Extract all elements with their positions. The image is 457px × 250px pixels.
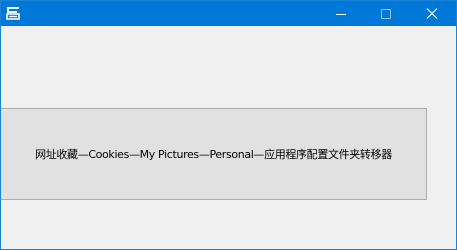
client-area: 网址收藏—Cookies—My Pictures—Personal—应用程序配置… <box>1 26 456 249</box>
folder-transfer-button[interactable]: 网址收藏—Cookies—My Pictures—Personal—应用程序配置… <box>1 108 427 200</box>
title-bar[interactable] <box>1 1 456 26</box>
maximize-button[interactable] <box>363 1 409 26</box>
close-button[interactable] <box>409 1 455 26</box>
app-logo-icon[interactable] <box>4 4 22 22</box>
maximize-icon <box>381 9 391 19</box>
minimize-icon <box>336 14 346 15</box>
app-window: 网址收藏—Cookies—My Pictures—Personal—应用程序配置… <box>0 0 457 250</box>
close-icon <box>426 8 438 19</box>
minimize-button[interactable] <box>318 1 364 26</box>
